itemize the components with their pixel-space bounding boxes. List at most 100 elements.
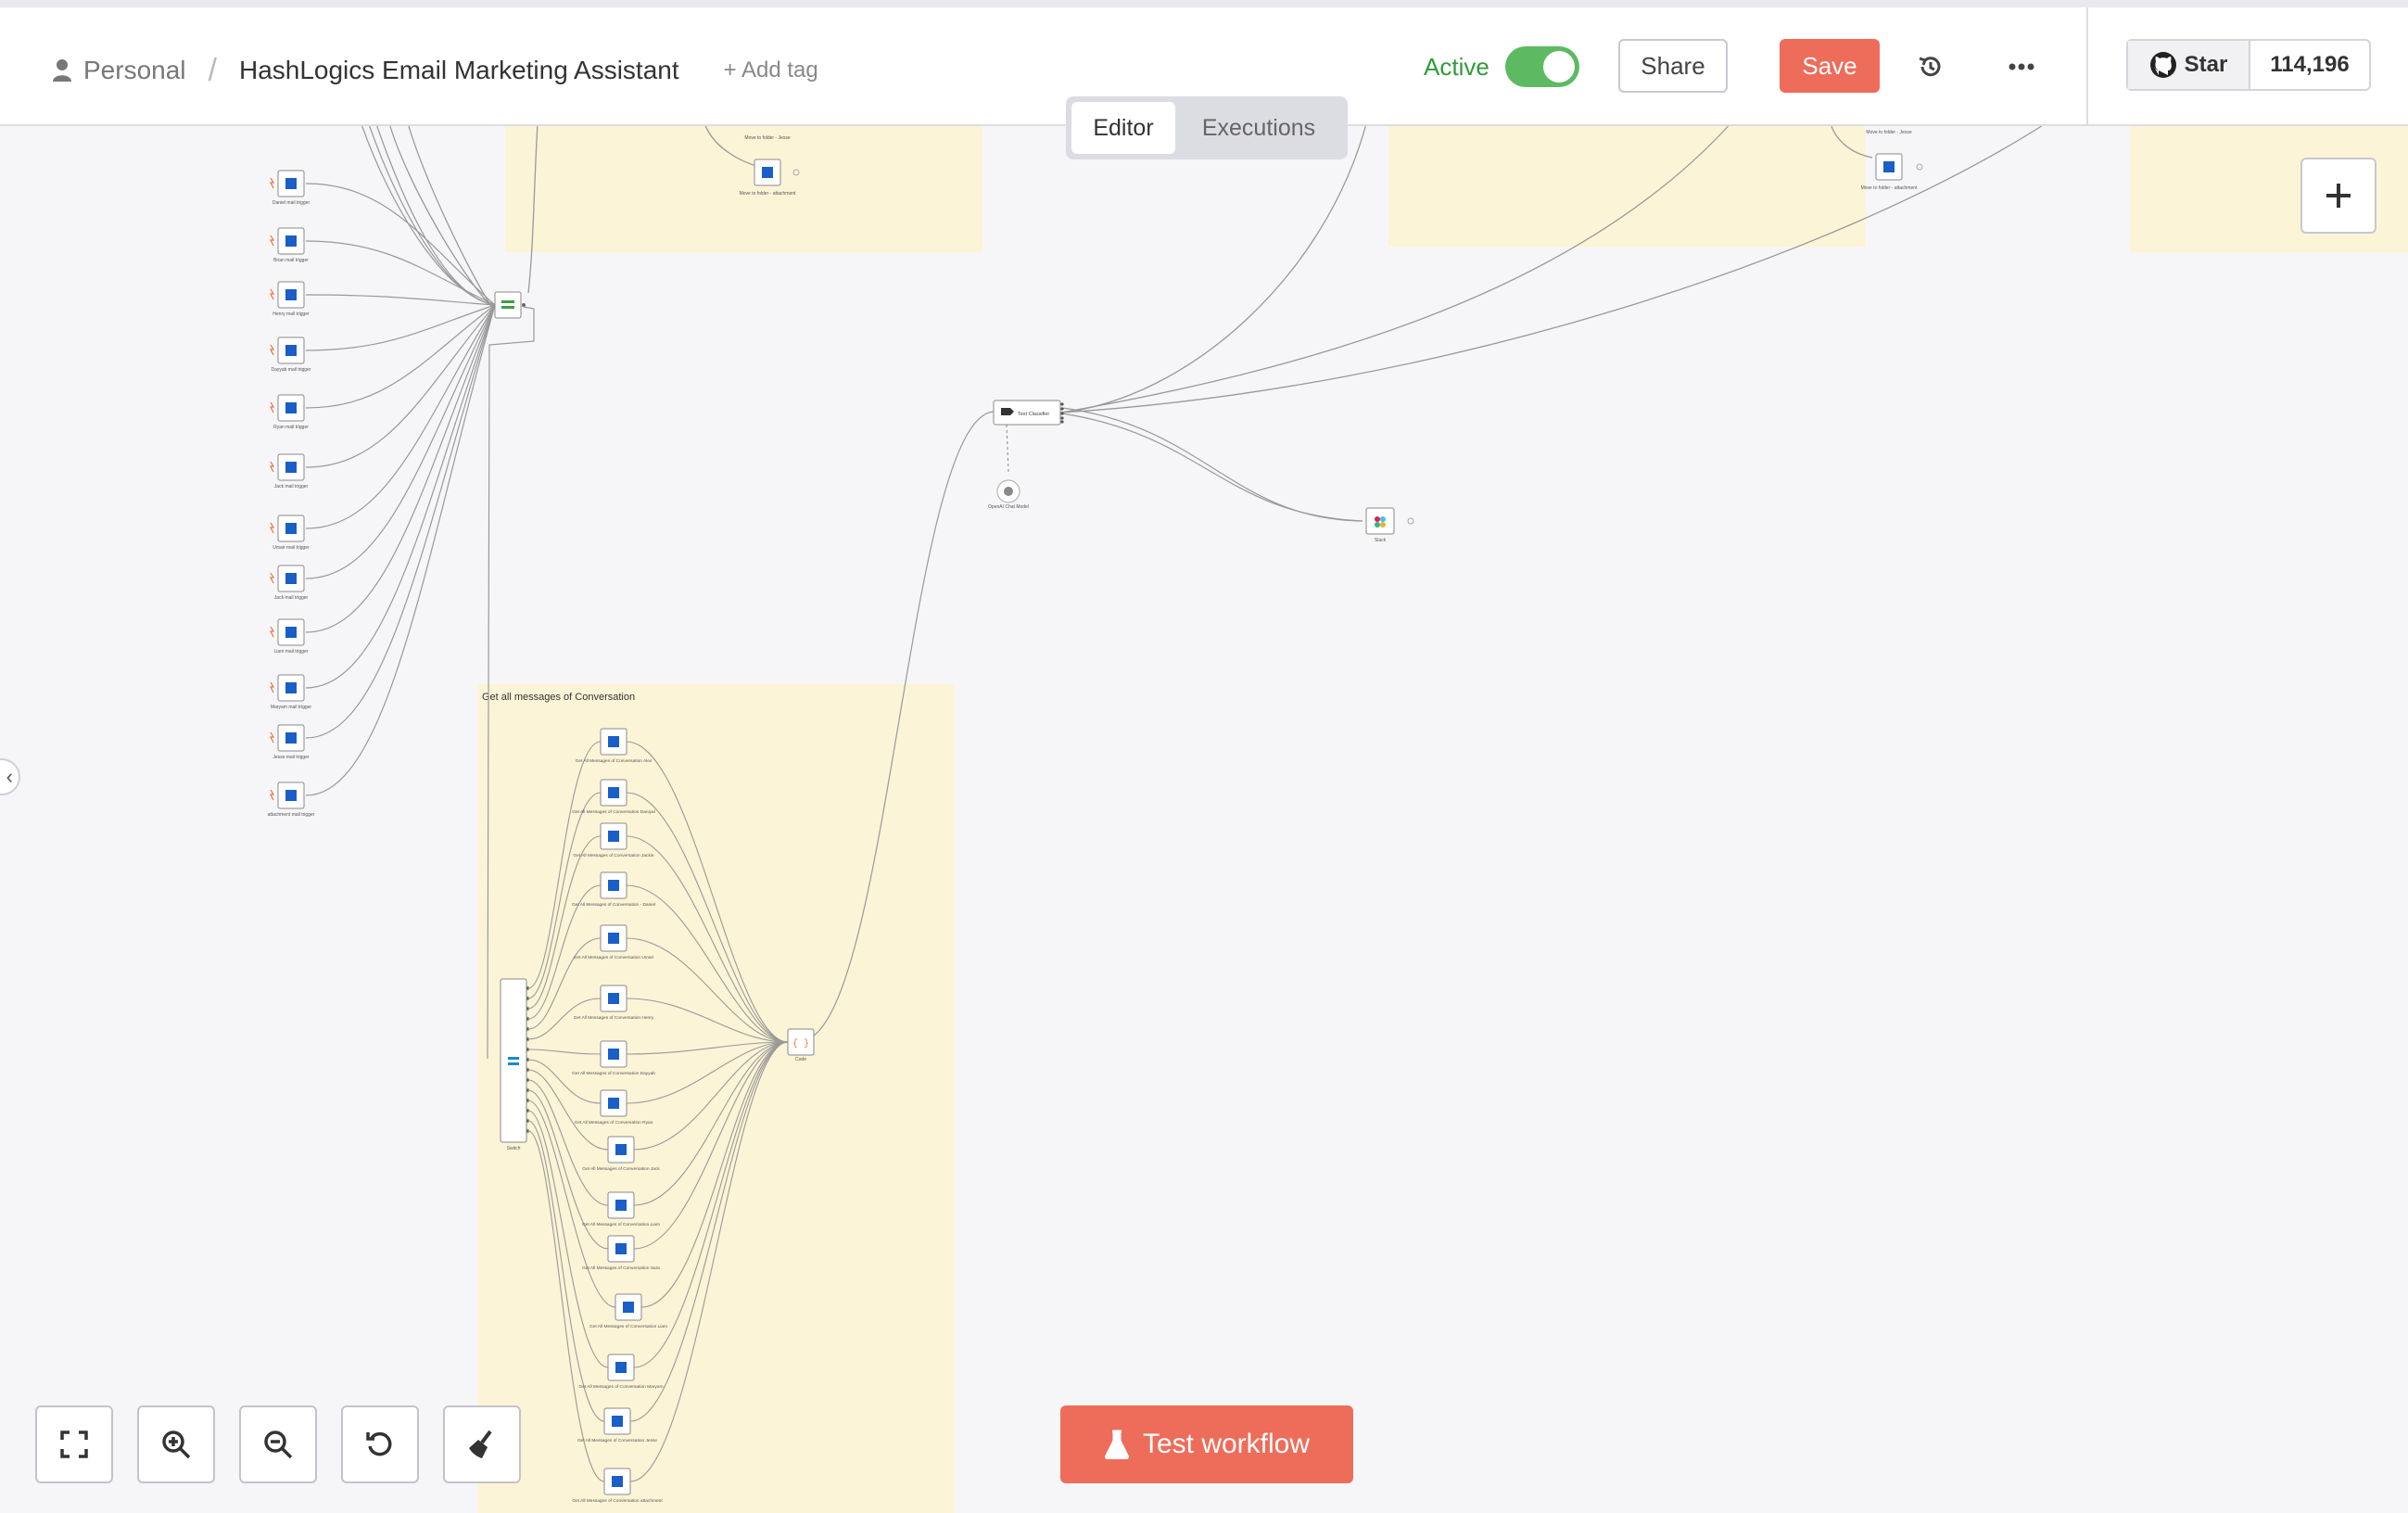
sticky-note-get-messages[interactable] xyxy=(477,684,955,1513)
get-messages-label: Get All Messages of Conversation Daniyal xyxy=(572,809,655,815)
tab-editor[interactable]: Editor xyxy=(1071,102,1175,154)
bolt-icon xyxy=(270,288,275,300)
trigger-label: Dayyab mail trigger xyxy=(271,367,311,373)
view-tabs: Editor Executions xyxy=(1066,96,1348,159)
bolt-icon xyxy=(270,461,275,473)
plus-icon xyxy=(2326,184,2351,208)
trigger-label: Brian mail trigger xyxy=(273,258,309,263)
active-toggle[interactable] xyxy=(1505,46,1579,87)
trigger-label: Umair mail trigger xyxy=(272,545,310,551)
text-classifier-node[interactable]: Text Classifier xyxy=(993,400,1064,426)
text-classifier-label: Text Classifier xyxy=(1018,412,1049,417)
trigger-node[interactable]: Jack mail trigger xyxy=(270,453,309,490)
trigger-label: Maryam mail trigger xyxy=(271,705,312,710)
bolt-icon xyxy=(270,344,275,356)
github-star-button[interactable]: Star xyxy=(2128,41,2250,89)
switch-node[interactable]: Switch xyxy=(500,978,527,1151)
trigger-node[interactable]: Umair mail trigger xyxy=(270,515,310,551)
move-folder-label: Move to folder - attachment xyxy=(1861,185,1918,191)
workflow-history-button[interactable] xyxy=(1909,46,1952,87)
switch-label: Switch xyxy=(507,1146,521,1151)
header-divider xyxy=(2086,7,2088,126)
zoom-in-icon xyxy=(162,1430,191,1459)
bolt-icon xyxy=(270,177,275,189)
reset-zoom-button[interactable] xyxy=(341,1405,419,1483)
bolt-icon xyxy=(270,626,275,638)
slack-node[interactable]: Slack xyxy=(1365,507,1414,543)
tab-executions[interactable]: Executions xyxy=(1175,102,1342,154)
move-folder-label: Move to folder - attachment xyxy=(740,191,796,197)
get-messages-label: Get All Messages of Conversation Alex xyxy=(576,758,653,764)
get-messages-label: Get All Messages of Conversation Maryam xyxy=(579,1384,664,1390)
move-to-folder-right-node[interactable]: Move to folder - Jesse Move to folder - … xyxy=(1861,130,1923,191)
zoom-out-button[interactable] xyxy=(239,1405,317,1483)
workflow-title[interactable]: HashLogics Email Marketing Assistant xyxy=(239,56,679,85)
trigger-node[interactable]: Dayyab mail trigger xyxy=(270,337,311,373)
get-messages-label: Get All Messages of Conversation Sara xyxy=(582,1265,660,1271)
tidy-up-icon xyxy=(469,1430,492,1458)
tidy-up-button[interactable] xyxy=(443,1405,521,1483)
breadcrumb-separator: / xyxy=(208,52,217,88)
code-icon: { } xyxy=(792,1038,809,1049)
trigger-node[interactable]: Maryam mail trigger xyxy=(270,674,312,710)
fit-view-icon xyxy=(60,1430,88,1458)
trigger-node[interactable]: Brian mail trigger xyxy=(270,227,309,263)
bolt-icon xyxy=(270,401,275,413)
bolt-icon xyxy=(270,681,275,693)
add-tag-button[interactable]: + Add tag xyxy=(724,57,818,83)
toggle-knob xyxy=(1543,51,1575,83)
bolt-icon xyxy=(270,789,275,801)
trigger-label: attachment mail trigger xyxy=(268,812,315,818)
breadcrumb: Personal / HashLogics Email Marketing As… xyxy=(52,52,818,89)
chevron-left-icon: ‹ xyxy=(6,765,13,788)
get-messages-label: Get All Messages of Conversation Liam xyxy=(589,1324,667,1329)
workflow-canvas[interactable]: Get all messages of Conversation Daniel … xyxy=(0,0,2408,1513)
top-border xyxy=(0,0,2408,7)
bolt-icon xyxy=(270,572,275,584)
project-link[interactable]: Personal xyxy=(52,56,186,85)
ellipsis-icon xyxy=(2009,63,2034,70)
zoom-in-button[interactable] xyxy=(137,1405,215,1483)
code-label: Code xyxy=(795,1057,806,1062)
move-to-folder-jesse-node[interactable]: Move to folder - Jesse xyxy=(744,135,790,141)
zoom-out-icon xyxy=(264,1430,293,1459)
chat-model-label: OpenAI Chat Model xyxy=(988,504,1029,510)
github-star-count: 114,196 xyxy=(2270,52,2350,77)
canvas-controls xyxy=(35,1405,521,1483)
openai-chat-model-node[interactable]: OpenAI Chat Model xyxy=(988,479,1029,510)
trigger-node[interactable]: Daniel mail trigger xyxy=(270,170,310,206)
move-folder-label: Move to folder - Jesse xyxy=(1866,130,1911,135)
add-node-button[interactable] xyxy=(2300,158,2376,234)
github-star-widget[interactable]: Star 114,196 xyxy=(2126,39,2371,91)
trigger-node[interactable]: Jack mail trigger xyxy=(270,565,309,601)
get-messages-label: Get All Messages of Conversation Jack xyxy=(582,1166,660,1172)
get-messages-label: Get All Messages of Conversation attachm… xyxy=(572,1498,663,1504)
trigger-label: Jesse mail trigger xyxy=(272,755,310,760)
trigger-node[interactable]: Henry mail trigger xyxy=(270,281,310,317)
more-options-button[interactable] xyxy=(1998,46,2045,87)
get-messages-label: Get All Messages of Conversation Ryan xyxy=(575,1120,653,1125)
get-messages-label: Get All Messages of Conversation Henry xyxy=(574,1015,654,1021)
trigger-label: Jack mail trigger xyxy=(274,484,309,490)
get-messages-label: Get All Messages of Conversation Umair xyxy=(574,955,654,960)
bolt-icon xyxy=(270,522,275,534)
trigger-node[interactable]: Ryan mail trigger xyxy=(270,394,309,430)
fit-view-button[interactable] xyxy=(35,1405,113,1483)
user-icon xyxy=(53,59,71,82)
bolt-icon xyxy=(270,731,275,744)
bolt-icon xyxy=(270,235,275,247)
trigger-nodes: Daniel mail trigger Brian mail trigger Hen… xyxy=(268,170,315,818)
trigger-node[interactable]: Liam mail trigger xyxy=(270,618,309,655)
github-star-label: Star xyxy=(2184,52,2228,77)
share-button[interactable]: Share xyxy=(1618,39,1728,93)
trigger-label: Liam mail trigger xyxy=(274,649,309,655)
get-messages-label: Get All Messages of Conversation - Danie… xyxy=(572,902,655,908)
merge-node[interactable] xyxy=(494,291,526,319)
test-workflow-button[interactable]: Test workflow xyxy=(1060,1405,1353,1483)
sticky-note-top-right[interactable] xyxy=(1388,121,1866,247)
get-messages-label: Get All Messages of Conversation Jackie xyxy=(573,853,654,858)
trigger-node[interactable]: attachment mail trigger xyxy=(268,782,315,818)
get-messages-label: Get All Messages of Conversation Liam xyxy=(582,1222,660,1227)
save-button[interactable]: Save xyxy=(1780,39,1880,93)
trigger-node[interactable]: Jesse mail trigger xyxy=(270,724,310,760)
